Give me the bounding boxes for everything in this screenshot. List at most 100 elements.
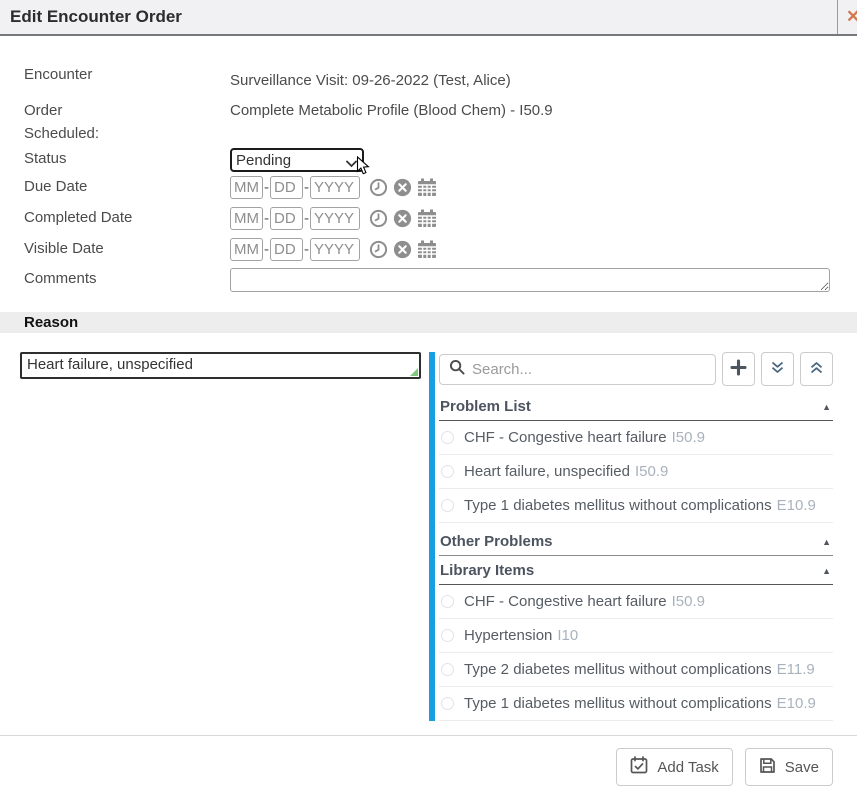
reason-section-title: Reason: [24, 314, 78, 331]
add-task-label: Add Task: [657, 759, 718, 776]
radio-icon[interactable]: [441, 465, 454, 478]
problem-item[interactable]: CHF - Congestive heart failure I50.9: [439, 585, 833, 619]
problem-item[interactable]: Type 1 diabetes mellitus without complic…: [439, 687, 833, 721]
visible-date-row: Visible Date - -: [24, 238, 833, 264]
comments-label: Comments: [24, 268, 230, 287]
due-date-icons: [369, 178, 437, 197]
date-separator: -: [264, 179, 269, 196]
add-reason-button[interactable]: [722, 352, 755, 386]
collapse-caret-icon: ▲: [822, 537, 831, 547]
search-box[interactable]: [439, 354, 716, 385]
section-header-other-problems[interactable]: Other Problems ▲: [439, 527, 833, 556]
expand-all-button[interactable]: [761, 352, 794, 386]
save-label: Save: [785, 759, 819, 776]
clear-date-icon[interactable]: [393, 240, 412, 259]
section-title: Library Items: [440, 562, 534, 579]
footer: Add Task Save: [0, 736, 857, 786]
clock-icon[interactable]: [369, 178, 388, 197]
visible-date-day-input[interactable]: [270, 238, 303, 261]
problem-code: I50.9: [635, 463, 668, 480]
collapse-all-button[interactable]: [800, 352, 833, 386]
due-date-row: Due Date - -: [24, 176, 833, 202]
order-row: Order Complete Metabolic Profile (Blood …: [24, 100, 833, 119]
save-button[interactable]: Save: [745, 748, 833, 786]
order-label: Order: [24, 100, 230, 119]
problem-text: Type 1 diabetes mellitus without complic…: [464, 695, 772, 712]
status-select[interactable]: Pending: [230, 148, 364, 172]
collapse-caret-icon: ▲: [822, 566, 831, 576]
completed-date-year-input[interactable]: [310, 207, 360, 230]
calendar-icon[interactable]: [417, 240, 437, 259]
completed-date-day-input[interactable]: [270, 207, 303, 230]
problem-text: Type 2 diabetes mellitus without complic…: [464, 661, 772, 678]
problem-code: I50.9: [672, 593, 705, 610]
accent-divider-bar: [429, 352, 435, 721]
order-form: Encounter Surveillance Visit: 09-26-2022…: [0, 36, 857, 296]
due-date-month-input[interactable]: [230, 176, 263, 199]
double-chevron-down-icon: [770, 360, 785, 378]
close-icon[interactable]: ✕: [846, 6, 857, 28]
due-date-year-input[interactable]: [310, 176, 360, 199]
problem-code: I50.9: [672, 429, 705, 446]
encounter-value: Surveillance Visit: 09-26-2022 (Test, Al…: [230, 64, 511, 89]
section-header-problem-list[interactable]: Problem List ▲: [439, 392, 833, 421]
date-separator: -: [304, 210, 309, 227]
dialog-title: Edit Encounter Order: [10, 7, 182, 27]
due-date-inputs: - -: [230, 176, 437, 199]
radio-icon[interactable]: [441, 629, 454, 642]
order-value: Complete Metabolic Profile (Blood Chem) …: [230, 100, 553, 119]
section-title: Problem List: [440, 398, 531, 415]
visible-date-year-input[interactable]: [310, 238, 360, 261]
problem-code: E10.9: [777, 497, 816, 514]
double-chevron-up-icon: [809, 360, 824, 378]
plus-icon: [730, 359, 747, 379]
save-floppy-icon: [759, 757, 776, 778]
radio-icon[interactable]: [441, 595, 454, 608]
section-header-library-items[interactable]: Library Items ▲: [439, 556, 833, 585]
radio-icon[interactable]: [441, 499, 454, 512]
date-separator: -: [304, 241, 309, 258]
completed-date-label: Completed Date: [24, 207, 230, 226]
date-separator: -: [264, 210, 269, 227]
problem-item[interactable]: Hypertension I10: [439, 619, 833, 653]
calendar-icon[interactable]: [417, 209, 437, 228]
clock-icon[interactable]: [369, 209, 388, 228]
radio-icon[interactable]: [441, 663, 454, 676]
radio-icon[interactable]: [441, 431, 454, 444]
status-label: Status: [24, 148, 230, 167]
due-date-day-input[interactable]: [270, 176, 303, 199]
header-divider: [837, 0, 838, 34]
problem-item[interactable]: Type 1 diabetes mellitus without complic…: [439, 489, 833, 523]
clear-date-icon[interactable]: [393, 209, 412, 228]
status-select-wrap: Pending: [230, 148, 364, 172]
radio-icon[interactable]: [441, 697, 454, 710]
completed-date-month-input[interactable]: [230, 207, 263, 230]
encounter-label: Encounter: [24, 64, 230, 83]
reason-text-wrap: Heart failure, unspecified: [20, 352, 421, 379]
problem-item[interactable]: CHF - Congestive heart failure I50.9: [439, 421, 833, 455]
problem-item[interactable]: Heart failure, unspecified I50.9: [439, 455, 833, 489]
problem-text: CHF - Congestive heart failure: [464, 429, 667, 446]
reason-picker-panel: Problem List ▲ CHF - Congestive heart fa…: [439, 352, 833, 721]
completed-date-icons: [369, 209, 437, 228]
clear-date-icon[interactable]: [393, 178, 412, 197]
date-separator: -: [304, 179, 309, 196]
search-input[interactable]: [472, 361, 706, 378]
visible-date-inputs: - -: [230, 238, 437, 261]
reason-textarea[interactable]: Heart failure, unspecified: [20, 352, 421, 379]
visible-date-icons: [369, 240, 437, 259]
search-icon: [449, 359, 465, 379]
clock-icon[interactable]: [369, 240, 388, 259]
problem-item[interactable]: Type 2 diabetes mellitus without complic…: [439, 653, 833, 687]
add-task-button[interactable]: Add Task: [616, 748, 732, 786]
calendar-icon[interactable]: [417, 178, 437, 197]
comments-textarea[interactable]: [230, 268, 830, 292]
collapse-caret-icon: ▲: [822, 402, 831, 412]
reason-body: Heart failure, unspecified: [0, 333, 857, 721]
reason-selected-column: Heart failure, unspecified: [20, 352, 425, 721]
visible-date-month-input[interactable]: [230, 238, 263, 261]
problem-code: E10.9: [777, 695, 816, 712]
completed-date-inputs: - -: [230, 207, 437, 230]
encounter-row: Encounter Surveillance Visit: 09-26-2022…: [24, 64, 833, 89]
problem-text: CHF - Congestive heart failure: [464, 593, 667, 610]
